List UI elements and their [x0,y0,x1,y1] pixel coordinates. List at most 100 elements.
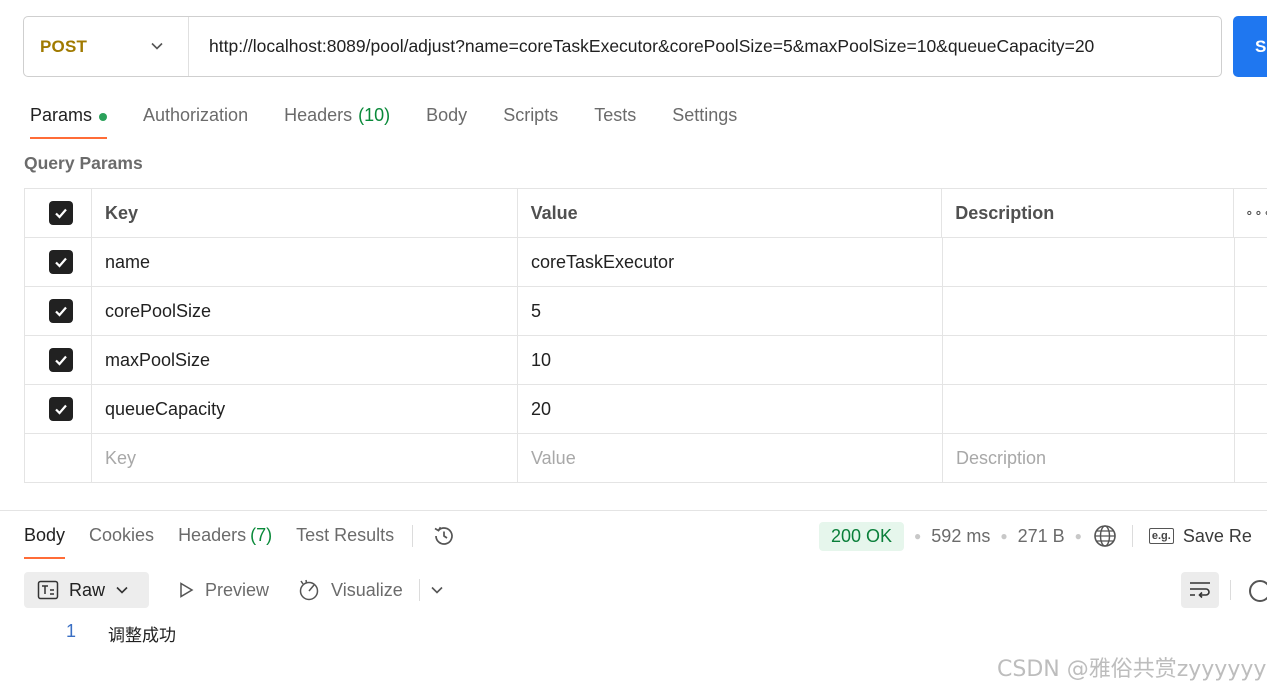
check-icon [55,306,67,317]
tab-tests[interactable]: Tests [594,103,636,139]
tab-label: Authorization [143,105,249,125]
response-size[interactable]: 271 B [1018,526,1065,547]
row-check-cell [25,238,92,286]
column-header-key: Key [92,189,518,237]
tab-label: Body [426,105,468,125]
visualize-button[interactable]: Visualize [297,578,403,602]
param-value[interactable]: 20 [518,385,943,433]
tab-label: Params [30,105,93,125]
check-icon [55,208,67,219]
watermark: CSDN @雅俗共赏zyyyyyy [997,657,1267,682]
empty-check-cell [25,434,92,482]
tab-body[interactable]: Body [426,103,467,139]
row-check-cell [25,287,92,335]
divider [1230,580,1231,600]
tab-count: (7) [250,525,273,545]
param-value[interactable]: coreTaskExecutor [518,238,943,286]
param-description[interactable] [943,238,1235,286]
divider [412,525,414,547]
visualize-icon [299,579,319,601]
line-number: 1 [66,621,77,641]
more-options-icon[interactable]: ∘∘∘ [1234,189,1267,237]
history-icon[interactable] [431,523,457,549]
play-icon [180,582,194,598]
bullet-separator: ● [1000,529,1008,543]
param-value[interactable]: 5 [518,287,943,335]
params-active-dot [99,113,108,121]
format-dropdown[interactable]: Raw [24,572,150,608]
param-description[interactable] [943,336,1235,384]
new-key-input[interactable]: Key [92,434,518,482]
chevron-down-icon [151,42,163,50]
new-value-input[interactable]: Value [518,434,943,482]
row-checkbox[interactable] [49,348,73,372]
response-tab-cookies[interactable]: Cookies [89,523,154,559]
tab-settings[interactable]: Settings [672,103,737,139]
params-table: Key Value Description ∘∘∘ name coreTaskE… [24,188,1267,483]
bullet-separator: ● [914,529,922,543]
save-response-label: Save Re [1182,525,1252,546]
tab-scripts[interactable]: Scripts [503,103,558,139]
url-input[interactable]: http://localhost:8089/pool/adjust?name=c… [189,36,1094,57]
chevron-down-icon [116,586,128,594]
row-check-cell [25,336,92,384]
param-description[interactable] [943,287,1235,335]
column-header-description: Description [942,189,1235,237]
select-all-checkbox[interactable] [48,201,73,225]
format-label: Raw [69,579,106,600]
wrap-icon [1190,582,1210,599]
row-checkbox[interactable] [49,299,73,323]
new-description-input[interactable]: Description [943,434,1235,482]
check-icon [55,257,67,268]
method-selector[interactable]: POST [24,17,189,76]
visualize-options-dropdown[interactable] [418,579,444,601]
response-tab-headers[interactable]: Headers (7) [178,523,272,559]
response-toolbar: Raw Preview Visualize [24,572,444,608]
wrap-lines-button[interactable] [1181,572,1219,608]
table-row: corePoolSize 5 [25,287,1267,336]
search-icon[interactable] [1249,580,1267,602]
tab-label: Headers [284,105,353,125]
row-checkbox[interactable] [49,250,73,274]
table-row: queueCapacity 20 [25,385,1267,434]
response-time[interactable]: 592 ms [931,526,990,547]
table-row: name coreTaskExecutor [25,238,1267,287]
tab-label: Tests [594,105,637,125]
preview-button[interactable]: Preview [177,580,269,601]
example-icon: e.g. [1148,528,1174,544]
column-header-value: Value [518,189,943,237]
param-value[interactable]: 10 [518,336,943,384]
tab-label: Headers [178,525,247,545]
tab-label: Settings [672,105,738,125]
globe-icon[interactable] [1092,523,1118,549]
divider [418,579,420,601]
row-checkbox[interactable] [49,397,73,421]
raw-text-icon [37,580,59,600]
table-header-row: Key Value Description ∘∘∘ [25,189,1267,238]
tab-label: Scripts [503,105,559,125]
send-button[interactable]: S [1233,16,1267,77]
status-badge[interactable]: 200 OK [819,521,905,551]
response-tabs: Body Cookies Headers (7) Test Results [24,523,457,559]
query-params-title: Query Params [24,153,143,173]
row-check-cell [25,385,92,433]
select-all-cell [25,189,92,237]
tab-authorization[interactable]: Authorization [143,103,248,139]
tab-headers[interactable]: Headers (10) [284,103,390,139]
pane-divider[interactable] [0,510,1267,511]
url-bar: POST http://localhost:8089/pool/adjust?n… [23,16,1222,77]
param-key[interactable]: name [92,238,518,286]
param-key[interactable]: maxPoolSize [92,336,518,384]
tab-params[interactable]: Params [30,103,108,139]
param-key[interactable]: queueCapacity [92,385,518,433]
preview-label: Preview [205,579,270,600]
response-status-bar: 200 OK ● 592 ms ● 271 B ● e.g. Save Re [819,521,1252,551]
response-tab-body[interactable]: Body [24,523,66,559]
save-response-button[interactable]: e.g. Save Re [1131,525,1252,547]
param-key[interactable]: corePoolSize [92,287,518,335]
param-description[interactable] [943,385,1235,433]
chevron-down-icon [431,586,443,594]
visualize-label: Visualize [331,579,403,600]
response-tab-test-results[interactable]: Test Results [296,523,394,559]
tab-count: (10) [358,105,391,125]
